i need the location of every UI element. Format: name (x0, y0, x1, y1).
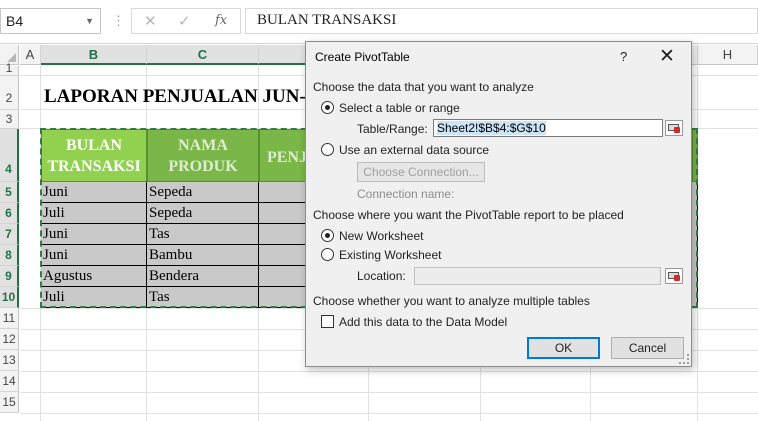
header-cell-produk[interactable]: NAMA PRODUK (147, 129, 259, 182)
column-header-b[interactable]: B (41, 45, 147, 65)
radio-external-source-label[interactable]: Use an external data source (339, 143, 489, 157)
row-header-9[interactable]: 9 (0, 266, 19, 287)
cell-bulan[interactable]: Juni (41, 224, 147, 245)
data-model-label[interactable]: Add this data to the Data Model (339, 315, 507, 329)
cell-penjualan[interactable] (259, 182, 306, 203)
cell-produk[interactable]: Tas (147, 287, 259, 308)
column-header-c[interactable]: C (147, 45, 259, 65)
cell-bulan[interactable]: Juli (41, 287, 147, 308)
section-place-heading: Choose where you want the PivotTable rep… (313, 208, 624, 222)
radio-existing-worksheet-label[interactable]: Existing Worksheet (339, 248, 442, 262)
header-cell-bulan-text: BULAN TRANSAKSI (47, 137, 141, 175)
row-header-8[interactable]: 8 (0, 245, 19, 266)
cell-penjualan[interactable] (259, 224, 306, 245)
radio-existing-worksheet[interactable] (321, 248, 334, 261)
cell-bulan[interactable]: Agustus (41, 266, 147, 287)
cell-produk[interactable]: Bendera (147, 266, 259, 287)
location-picker-icon[interactable] (665, 268, 683, 284)
header-cell-penjualan-text: PENJ (267, 149, 306, 166)
section-analyze-heading: Choose the data that you want to analyze (313, 80, 534, 94)
grid-line (20, 413, 758, 414)
formula-buttons: ✕ ✓ fx (131, 8, 241, 34)
header-cell-produk-text: NAMA PRODUK (168, 137, 238, 175)
resize-grip-icon[interactable] (679, 354, 689, 364)
dialog-title: Create PivotTable (315, 50, 410, 64)
radio-new-worksheet-label[interactable]: New Worksheet (339, 229, 423, 243)
row-header-10[interactable]: 10 (0, 287, 19, 308)
cell-produk[interactable]: Sepeda (147, 182, 259, 203)
cancel-button[interactable]: Cancel (611, 337, 684, 359)
cell-column-g[interactable] (692, 182, 698, 308)
sheet-title[interactable]: LAPORAN PENJUALAN JUN-A (44, 86, 320, 108)
column-header-d[interactable] (259, 45, 306, 65)
row-header-13[interactable]: 13 (0, 350, 19, 371)
location-input[interactable] (414, 267, 661, 285)
row-header-3[interactable]: 3 (0, 110, 19, 129)
table-range-value: Sheet2!$B$4:$G$10 (437, 121, 546, 135)
close-icon[interactable]: ✕ (659, 45, 675, 68)
section-multi-heading: Choose whether you want to analyze multi… (313, 294, 590, 308)
cell-penjualan[interactable] (259, 287, 306, 308)
column-header-a[interactable]: A (20, 45, 41, 65)
row-header-11[interactable]: 11 (0, 308, 19, 329)
grid-line (20, 371, 758, 372)
radio-selected-dot (325, 105, 330, 110)
radio-external-source[interactable] (321, 143, 334, 156)
create-pivottable-dialog: Create PivotTable ? ✕ Choose the data th… (305, 41, 692, 367)
formula-bar: B4 ▼ ⋮ ✕ ✓ fx BULAN TRANSAKSI (0, 0, 758, 44)
row-header-1[interactable]: 1 (0, 62, 19, 76)
radio-select-table-label[interactable]: Select a table or range (339, 101, 460, 115)
row-header-14[interactable]: 14 (0, 371, 19, 392)
row-header-7[interactable]: 7 (0, 224, 19, 245)
help-icon[interactable]: ? (620, 49, 627, 64)
grid-line (20, 392, 758, 393)
radio-new-worksheet[interactable] (321, 229, 334, 242)
cell-penjualan[interactable] (259, 203, 306, 224)
row-header-2[interactable]: 2 (0, 76, 19, 110)
insert-function-icon[interactable]: fx (215, 13, 227, 28)
column-header-h[interactable]: H (698, 45, 758, 65)
range-picker-arrow-icon (674, 127, 680, 133)
row-header-15[interactable]: 15 (0, 392, 19, 413)
row-header-4[interactable]: 4 (0, 129, 19, 182)
range-picker-icon[interactable] (665, 120, 683, 136)
excel-window: B4 ▼ ⋮ ✕ ✓ fx BULAN TRANSAKSI A B C H 1 … (0, 0, 758, 421)
location-label: Location: (357, 269, 406, 283)
header-cell-bulan[interactable]: BULAN TRANSAKSI (41, 129, 147, 182)
cell-produk[interactable]: Tas (147, 224, 259, 245)
cell-produk[interactable]: Bambu (147, 245, 259, 266)
confirm-entry-icon[interactable]: ✓ (178, 12, 191, 30)
header-cell-g[interactable] (692, 129, 698, 182)
cell-bulan[interactable]: Juli (41, 203, 147, 224)
table-range-label: Table/Range: (357, 122, 428, 136)
cell-bulan[interactable]: Juni (41, 182, 147, 203)
table-range-input[interactable]: Sheet2!$B$4:$G$10 (433, 119, 663, 137)
radio-selected-dot (325, 233, 330, 238)
row-header-5[interactable]: 5 (0, 182, 19, 203)
name-box-value: B4 (6, 13, 24, 29)
cell-bulan[interactable]: Juni (41, 245, 147, 266)
row-header-6[interactable]: 6 (0, 203, 19, 224)
formula-input[interactable]: BULAN TRANSAKSI (245, 8, 758, 34)
radio-select-table[interactable] (321, 101, 334, 114)
header-cell-penjualan[interactable]: PENJ (259, 129, 306, 182)
name-box[interactable]: B4 ▼ (0, 8, 101, 34)
cell-produk[interactable]: Sepeda (147, 203, 259, 224)
chevron-down-icon[interactable]: ▼ (85, 16, 94, 26)
cancel-entry-icon[interactable]: ✕ (144, 12, 157, 30)
row-header-12[interactable]: 12 (0, 329, 19, 350)
ok-button[interactable]: OK (527, 337, 600, 359)
formula-bar-separator: ⋮ (112, 13, 125, 28)
cell-penjualan[interactable] (259, 266, 306, 287)
cell-penjualan[interactable] (259, 245, 306, 266)
data-model-checkbox[interactable] (321, 315, 334, 328)
choose-connection-button[interactable]: Choose Connection... (357, 162, 485, 182)
connection-name-label: Connection name: (357, 187, 455, 201)
location-picker-arrow-icon (674, 275, 680, 281)
